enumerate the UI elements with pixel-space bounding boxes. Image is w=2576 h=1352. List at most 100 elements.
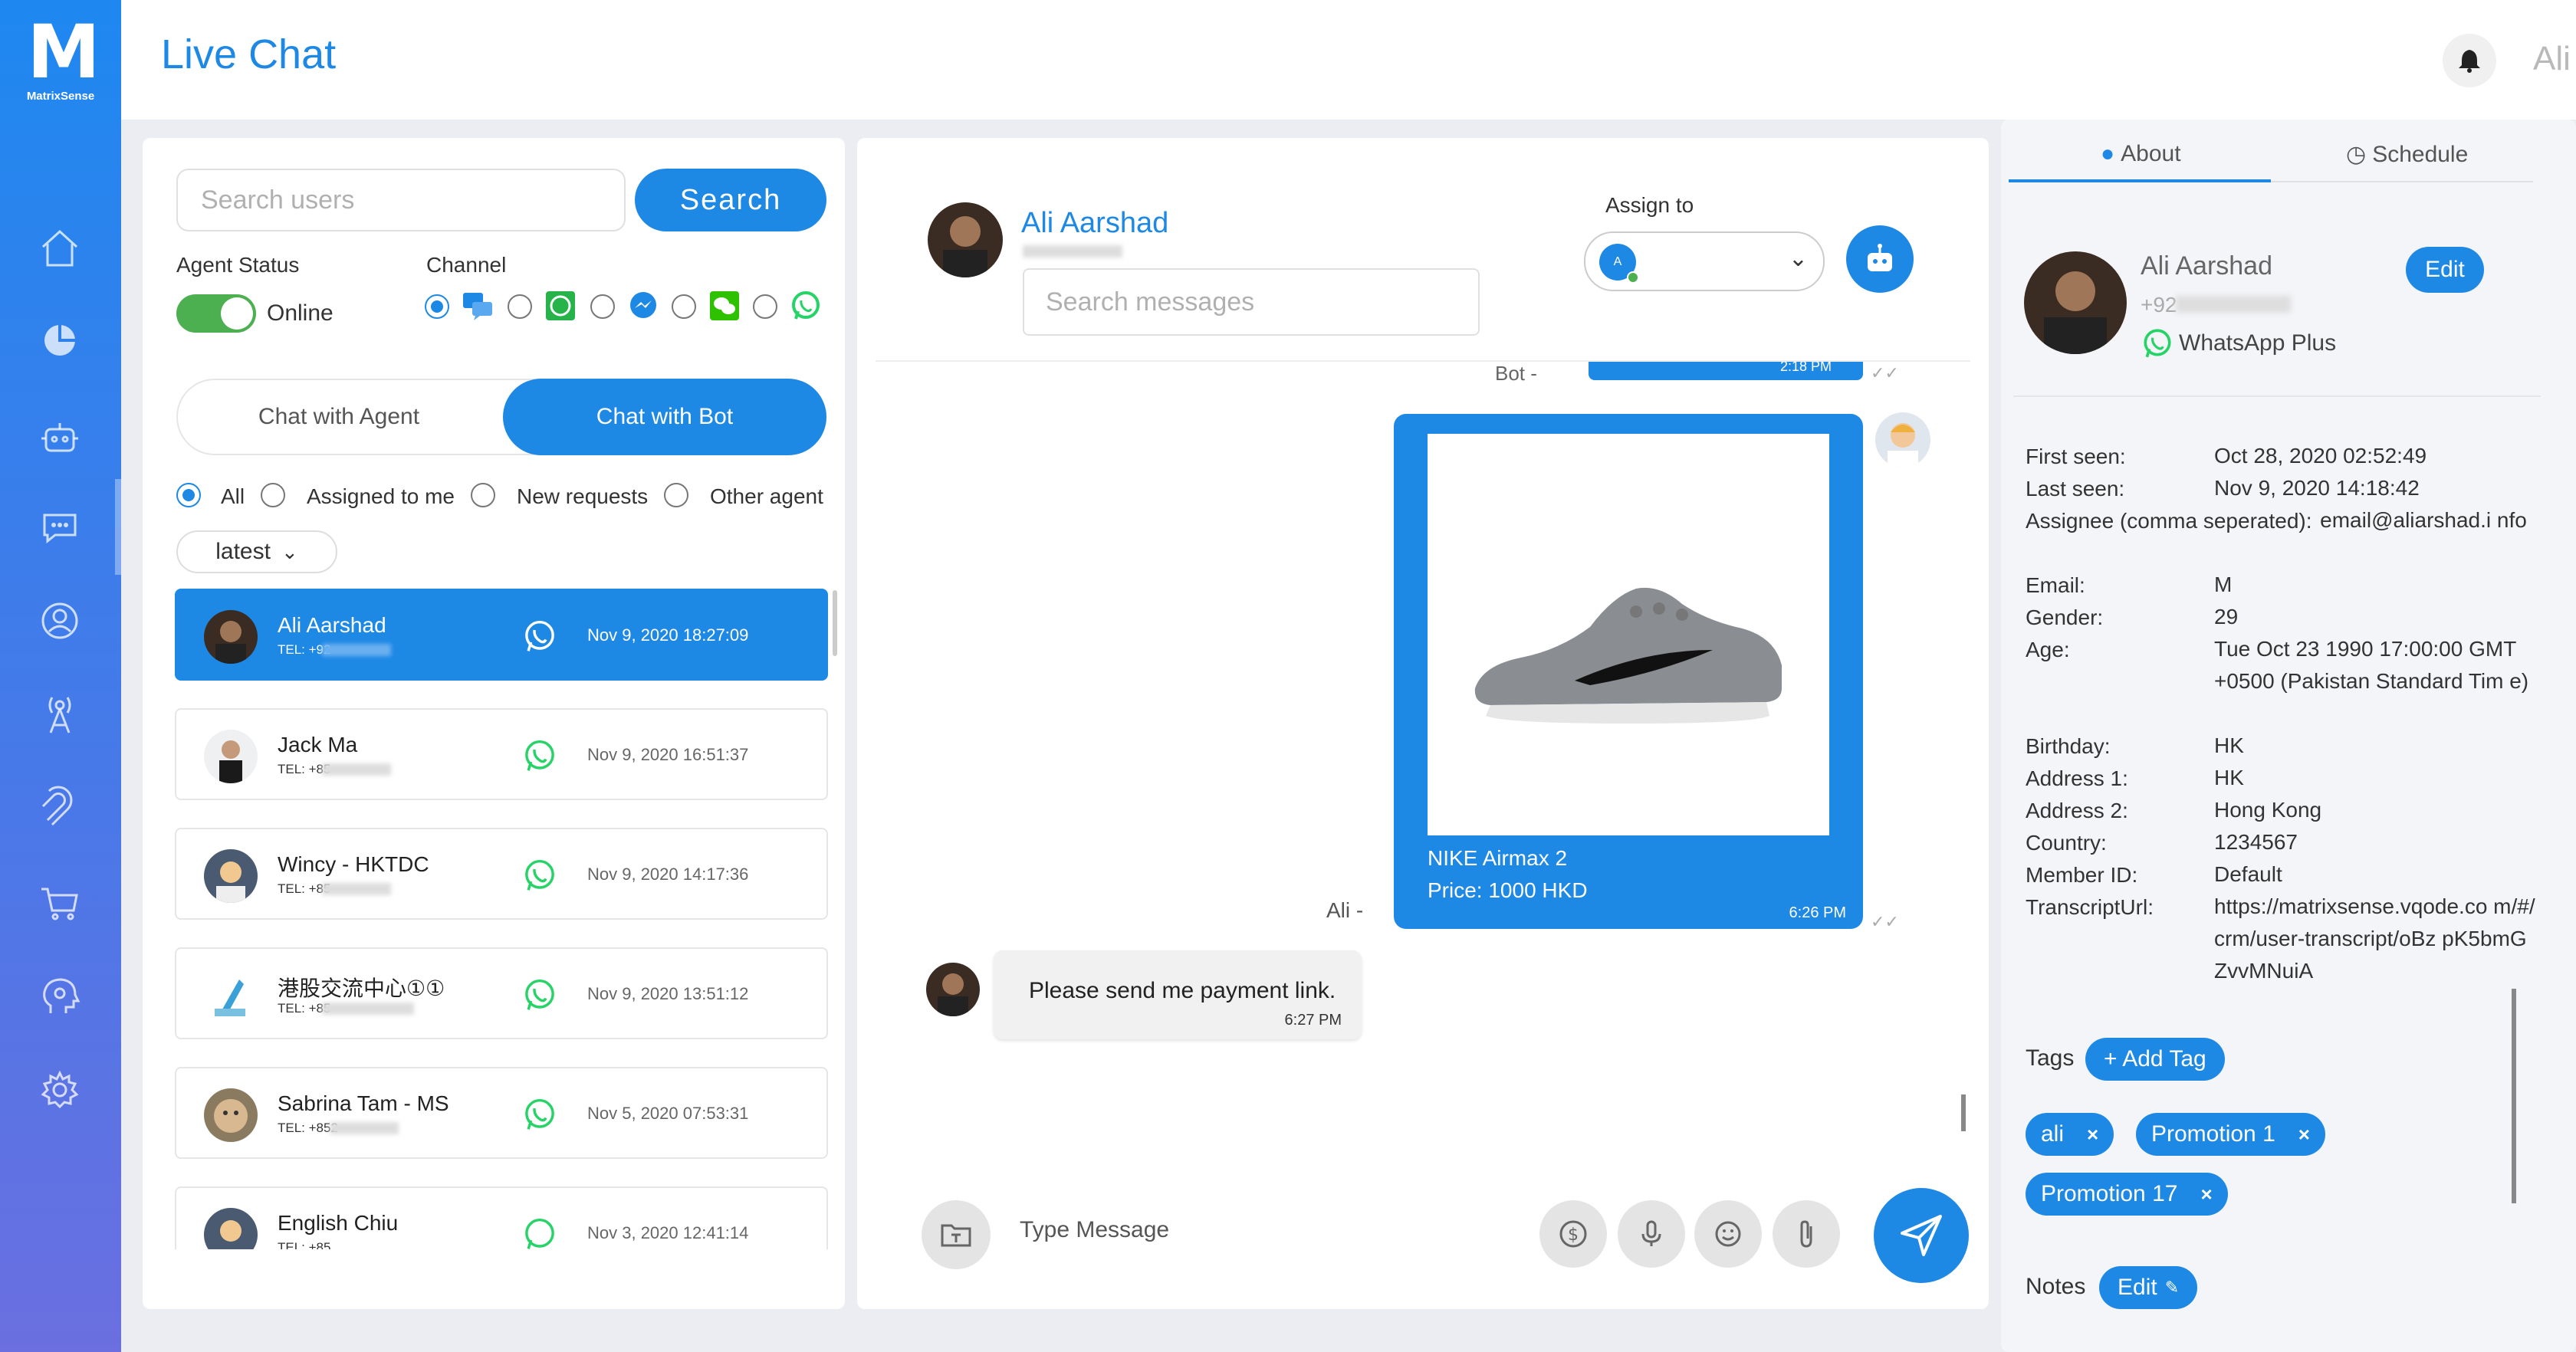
user-menu-name[interactable]: Ali <box>2533 40 2571 78</box>
messenger-icon <box>627 290 659 322</box>
read-check-icon: ✓✓ <box>1871 363 1899 382</box>
redacted-phone <box>330 1122 399 1134</box>
payment-dollar-icon[interactable]: $ <box>1539 1200 1607 1268</box>
search-users-input[interactable]: Search users <box>176 169 626 231</box>
search-button[interactable]: Search <box>635 169 826 231</box>
top-header: Live Chat Ali ⌄ <box>121 0 2576 120</box>
cart-icon[interactable] <box>31 874 89 932</box>
product-price: Price: 1000 HKD <box>1428 878 1588 902</box>
chat-list-item[interactable]: 港股交流中心①① TEL: +85 Nov 9, 2020 13:51:12 <box>175 947 828 1039</box>
contact-avatar <box>204 1088 258 1142</box>
chevron-down-icon: ⌄ <box>281 540 298 563</box>
home-icon[interactable] <box>31 219 89 277</box>
info-label: TranscriptUrl: <box>2026 895 2154 919</box>
contact-avatar <box>2024 251 2127 354</box>
edit-notes-button[interactable]: Edit ✎ <box>2099 1266 2198 1309</box>
bot-icon[interactable] <box>31 408 89 466</box>
customer-message-bubble: Please send me payment link. 6:27 PM <box>994 950 1362 1039</box>
tab-schedule[interactable]: ◷ Schedule <box>2346 141 2468 168</box>
add-tag-button[interactable]: + Add Tag <box>2085 1038 2225 1081</box>
agent-status-toggle[interactable] <box>176 294 256 333</box>
message-area-scrollbar[interactable] <box>1961 1094 1966 1131</box>
info-value: Tue Oct 23 1990 17:00:00 GMT +0500 (Paki… <box>2214 637 2529 693</box>
info-label: Member ID: <box>2026 863 2138 887</box>
remove-tag-icon[interactable]: × <box>2298 1123 2310 1147</box>
chat-list-item[interactable]: English Chiu TEL: +85 Nov 3, 2020 12:41:… <box>175 1186 828 1249</box>
send-button[interactable] <box>1874 1188 1969 1283</box>
filter-label-all: All <box>221 484 245 508</box>
info-value: Nov 9, 2020 14:18:42 <box>2214 476 2420 500</box>
notification-bell-icon[interactable] <box>2443 34 2496 87</box>
filter-radio-all[interactable] <box>176 483 201 507</box>
chat-list-item[interactable]: Sabrina Tam - MS TEL: +852 Nov 5, 2020 0… <box>175 1067 828 1159</box>
logo-text: MatrixSense <box>26 89 95 103</box>
tag-label: ali <box>2041 1121 2065 1147</box>
filter-radio-other[interactable] <box>664 483 688 507</box>
edit-contact-button[interactable]: Edit <box>2406 247 2484 293</box>
redacted-phone <box>2176 296 2291 313</box>
bot-toggle-button[interactable] <box>1846 225 1914 293</box>
tab-chat-with-bot[interactable]: Chat with Bot <box>503 379 826 455</box>
chat-list-item[interactable]: Ali Aarshad TEL: +92 Nov 9, 2020 18:27:0… <box>175 589 828 681</box>
product-image[interactable] <box>1428 434 1829 835</box>
agent-status-label: Agent Status <box>176 253 300 277</box>
whatsapp-icon <box>521 1096 558 1133</box>
chat-list-item[interactable]: Jack Ma TEL: +85 Nov 9, 2020 16:51:37 <box>175 708 828 800</box>
info-label: Address 1: <box>2026 766 2128 790</box>
chat-list-item[interactable]: Wincy - HKTDC TEL: +85 Nov 9, 2020 14:17… <box>175 828 828 920</box>
redacted-phone <box>322 763 391 776</box>
assign-to-select[interactable]: A ⌄ <box>1584 231 1825 291</box>
channel-radio-whatsapp-business[interactable] <box>508 294 532 319</box>
remove-tag-icon[interactable]: × <box>2087 1123 2098 1147</box>
chat-list-panel: Search users Search Agent Status Online … <box>143 138 845 1309</box>
notes-label: Notes <box>2026 1274 2086 1299</box>
tab-about[interactable]: ● About <box>2101 141 2181 167</box>
attachment-paperclip-icon[interactable] <box>1773 1200 1840 1268</box>
remove-tag-icon[interactable]: × <box>2200 1183 2212 1206</box>
search-messages-input[interactable]: Search messages <box>1023 268 1480 336</box>
chat-list: Ali Aarshad TEL: +92 Nov 9, 2020 18:27:0… <box>175 589 830 1249</box>
chat-icon[interactable] <box>31 498 89 556</box>
bot-sender-label: Bot - <box>1495 362 1537 385</box>
message-input[interactable]: Type Message <box>1020 1217 1169 1243</box>
channel-label: Channel <box>426 253 507 277</box>
message-area: Bot - 2:18 PM ✓✓ NIKE Airmax 2 Price: 10… <box>876 360 1970 1134</box>
redacted-phone <box>322 1003 414 1015</box>
channel-radio-messenger[interactable] <box>590 294 615 319</box>
head-brain-icon[interactable] <box>31 967 89 1025</box>
emoji-icon[interactable] <box>1694 1200 1762 1268</box>
filter-radio-new[interactable] <box>471 483 495 507</box>
info-value: Hong Kong <box>2214 798 2322 822</box>
channel-radio-livechat[interactable] <box>425 294 449 319</box>
filter-radio-assigned[interactable] <box>261 483 285 507</box>
magnet-icon[interactable] <box>31 779 89 837</box>
info-value: 29 <box>2214 605 2239 628</box>
tags-label: Tags <box>2026 1045 2075 1071</box>
contact-avatar <box>204 1208 258 1249</box>
info-label: Age: <box>2026 638 2070 661</box>
tab-divider <box>2271 181 2533 182</box>
info-label: Country: <box>2026 831 2107 855</box>
contact-avatar <box>928 202 1003 277</box>
message-time: 6:26 PM <box>1789 904 1846 921</box>
settings-gear-icon[interactable] <box>31 1061 89 1119</box>
dashboard-pie-icon[interactable] <box>31 311 89 369</box>
sort-value: latest <box>215 539 271 564</box>
tag-chip: Promotion 17 × <box>2026 1173 2228 1216</box>
whatsapp-icon <box>521 976 558 1013</box>
app-logo[interactable]: M MatrixSense <box>0 0 121 120</box>
sort-select[interactable]: latest ⌄ <box>176 530 337 573</box>
channel-radio-whatsapp[interactable] <box>753 294 777 319</box>
tab-chat-with-agent[interactable]: Chat with Agent <box>178 380 500 454</box>
channel-radio-wechat[interactable] <box>672 294 696 319</box>
whatsapp-icon <box>521 618 558 655</box>
user-icon[interactable] <box>31 592 89 650</box>
whatsapp-icon <box>521 737 558 774</box>
template-folder-icon[interactable] <box>922 1200 991 1269</box>
info-value[interactable]: https://matrixsense.vqode.co m/#/crm/use… <box>2214 891 2536 987</box>
tab-schedule-label: Schedule <box>2372 141 2469 167</box>
chat-list-scrollbar[interactable] <box>833 590 837 656</box>
details-scrollbar[interactable] <box>2512 989 2516 1203</box>
broadcast-icon[interactable] <box>31 685 89 743</box>
microphone-icon[interactable] <box>1618 1200 1685 1268</box>
